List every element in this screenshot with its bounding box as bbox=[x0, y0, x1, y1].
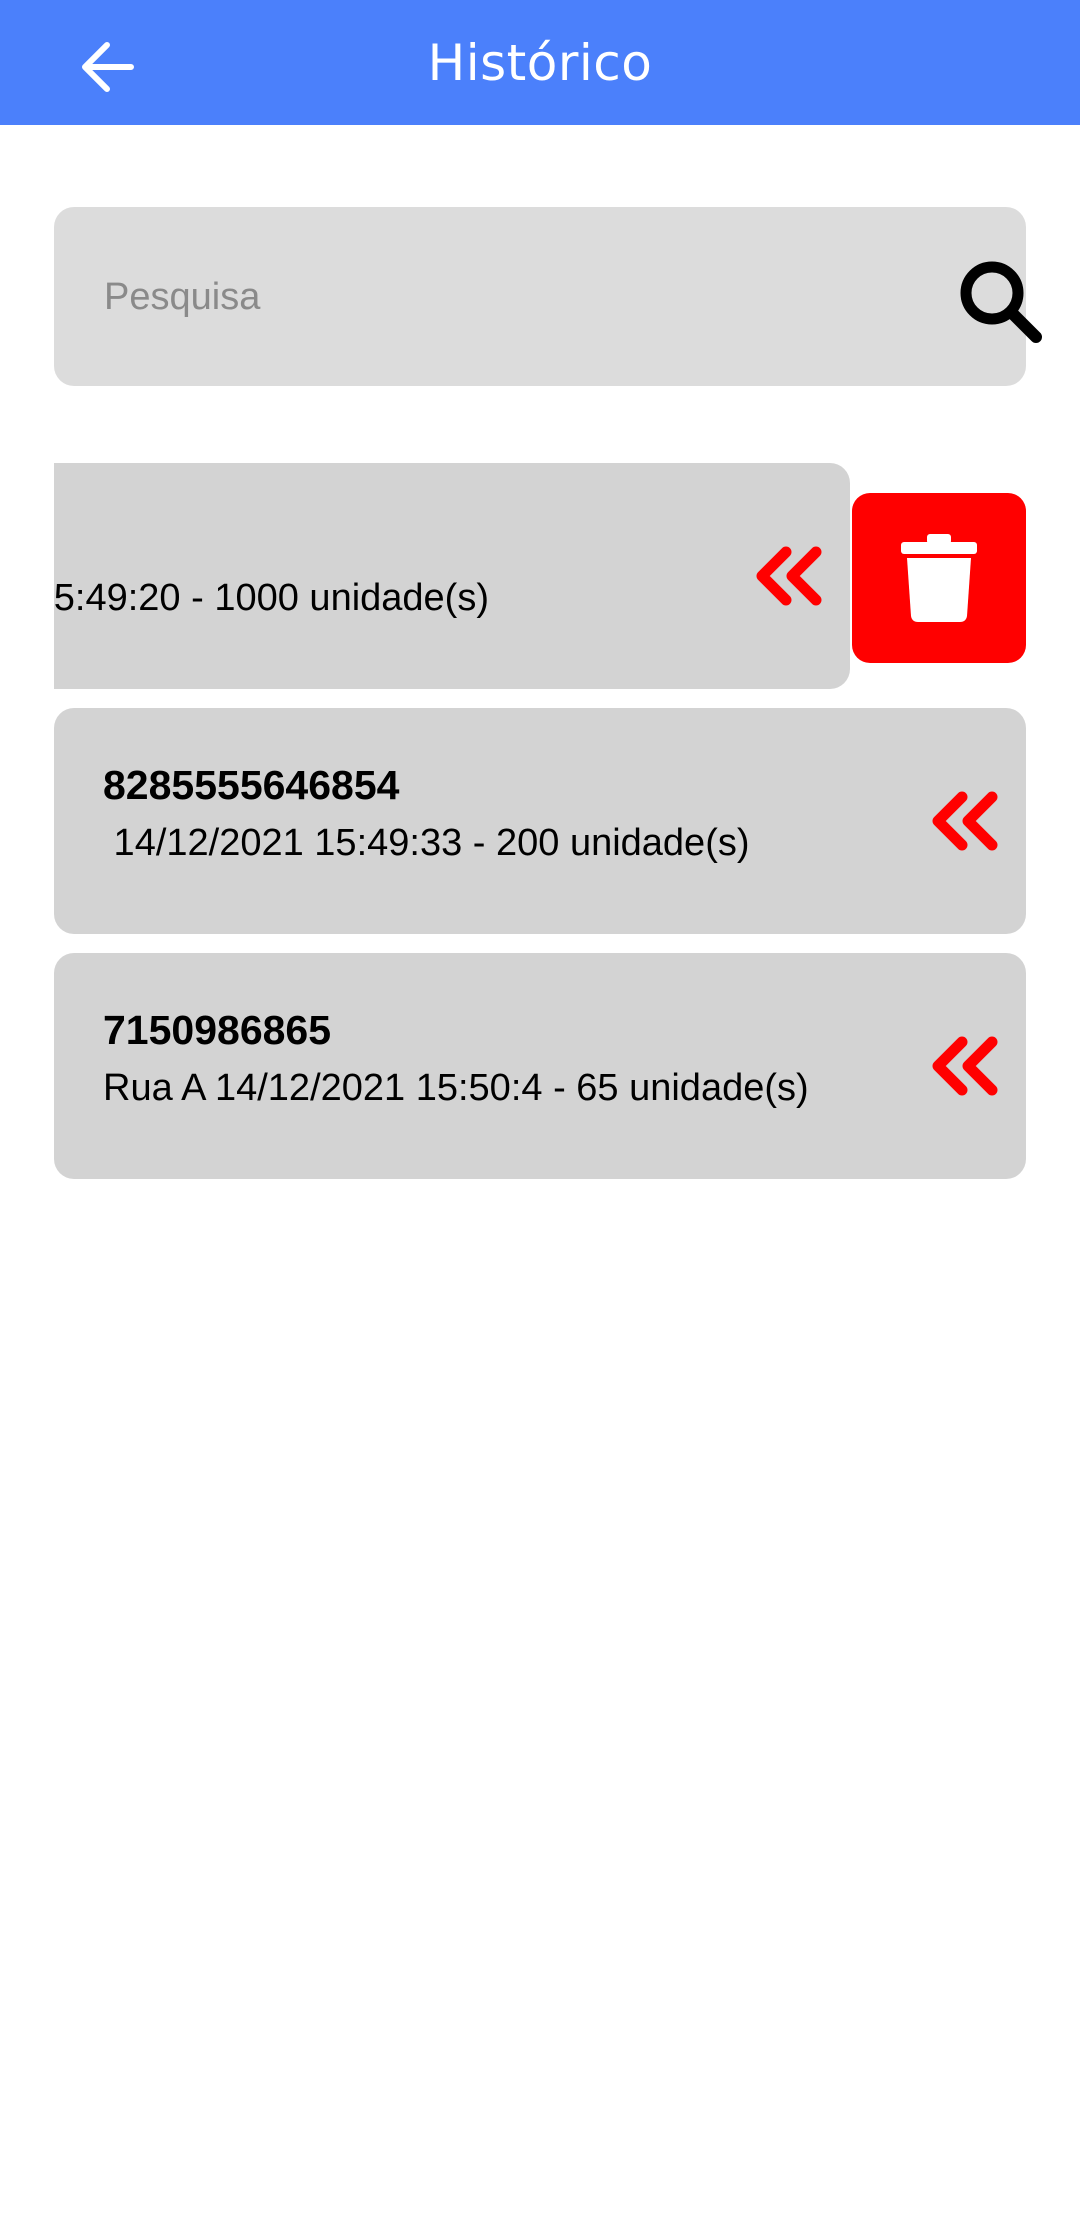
double-chevron-left-icon bbox=[750, 543, 826, 609]
item-description: Rua A 14/12/2021 15:50:4 - 65 unidade(s) bbox=[103, 1067, 809, 1109]
double-chevron-left-icon bbox=[926, 788, 1002, 854]
history-item[interactable]: 7150986865 Rua A 14/12/2021 15:50:4 - 65… bbox=[54, 953, 1026, 1179]
history-list: 04 /2021 15:49:20 - 1000 unidade(s) 8285… bbox=[0, 0, 1080, 2236]
item-code: 8285555646854 bbox=[103, 762, 400, 808]
history-item[interactable]: 04 /2021 15:49:20 - 1000 unidade(s) bbox=[54, 463, 850, 689]
trash-icon bbox=[901, 534, 977, 622]
item-code: 7150986865 bbox=[103, 1007, 332, 1053]
delete-button[interactable] bbox=[852, 493, 1026, 663]
history-item[interactable]: 8285555646854 14/12/2021 15:49:33 - 200 … bbox=[54, 708, 1026, 934]
double-chevron-left-icon bbox=[926, 1033, 1002, 1099]
item-description: 14/12/2021 15:49:33 - 200 unidade(s) bbox=[103, 822, 750, 864]
item-description: /2021 15:49:20 - 1000 unidade(s) bbox=[54, 577, 489, 619]
